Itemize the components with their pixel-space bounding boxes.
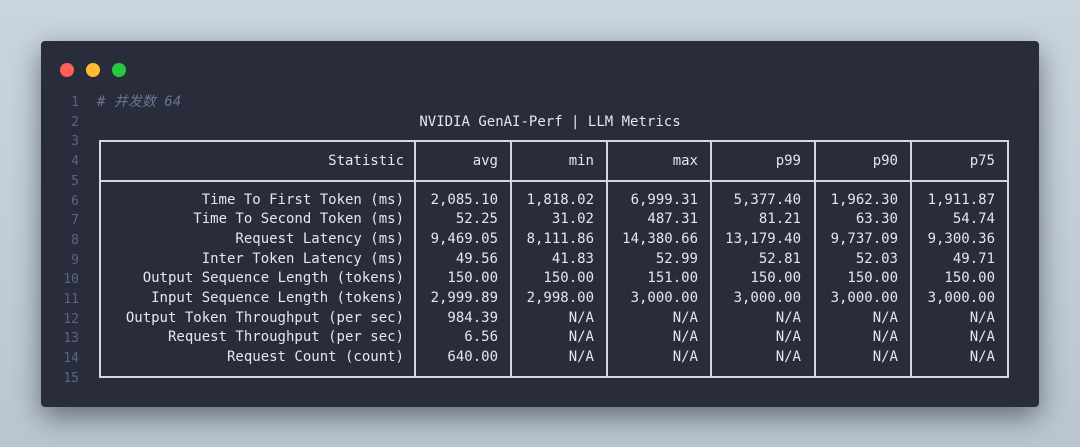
row-label: Request Count (count) [226,349,404,366]
table-cell: 2,998.00 [526,290,594,306]
column-divider [710,142,712,376]
metrics-table: Statistic avg min max p99 p90 p75 Time To First… [99,140,1009,378]
minimize-button[interactable] [86,63,100,77]
column-header: max [672,153,698,169]
table-cell: 52.25 [455,211,498,228]
comment-line: # 并发数 64 [97,94,182,110]
table-cell: 63.30 [855,211,898,228]
table-cell: 2,999.89 [430,290,498,306]
table-cell: 41.83 [551,250,594,267]
row-label: Request Throughput (per sec) [167,329,404,346]
table-cell: 3,000.00 [927,290,995,306]
table-cell: 81.21 [758,211,801,228]
column-divider [814,142,816,376]
table-cell: N/A [568,329,594,346]
column-header: p99 [775,153,801,169]
table-cell: N/A [872,349,898,366]
table-cell: 150.00 [543,270,594,287]
line-number: 5 [71,173,79,189]
table-cell: 1,911.87 [927,191,995,208]
row-label: Request Latency (ms) [235,230,404,247]
row-label: Time To Second Token (ms) [193,211,404,228]
table-cell: N/A [672,349,698,366]
table-cell: 984.39 [447,309,498,326]
table-cell: 1,962.30 [830,191,898,208]
table-cell: 3,000.00 [630,290,698,306]
table-cell: N/A [969,309,995,326]
table-cell: 52.99 [655,250,698,267]
table-cell: 49.71 [952,250,995,267]
table-cell: 8,111.86 [526,230,594,247]
table-cell: 6,999.31 [630,191,698,208]
close-button[interactable] [60,63,74,77]
table-cell: N/A [672,329,698,346]
table-cell: 2,085.10 [430,191,498,208]
line-number: 6 [71,193,79,209]
line-number: 14 [63,351,79,367]
column-divider [510,142,512,376]
table-cell: N/A [775,309,801,326]
table-cell: N/A [568,349,594,366]
terminal-window: 1 2 3 4 5 6 7 8 9 10 11 12 13 14 15 # 并发数 64 NVIDIA Ge… [41,41,1039,407]
table-cell: N/A [872,309,898,326]
line-number: 10 [63,272,79,288]
table-cell: N/A [775,349,801,366]
line-number: 11 [63,292,79,307]
table-cell: 487.31 [647,211,698,228]
line-number: 1 [71,95,79,110]
row-label: Inter Token Latency (ms) [201,250,404,267]
column-header: p90 [872,153,898,169]
table-cell: 14,380.66 [622,230,698,247]
table-cell: N/A [969,349,995,366]
table-cell: 150.00 [750,270,801,287]
table-cell: 9,469.05 [430,230,498,247]
line-number: 9 [71,252,79,268]
line-number: 4 [71,154,79,170]
table-cell: 640.00 [447,349,498,366]
column-header: avg [472,153,498,169]
column-header: Statistic [328,153,404,169]
table-cell: 1,818.02 [526,191,594,208]
table-cell: 13,179.40 [725,230,801,247]
table-cell: 6.56 [464,329,498,346]
column-divider [910,142,912,376]
table-cell: 31.02 [551,211,594,228]
table-cell: N/A [568,309,594,326]
table-cell: 49.56 [455,250,498,267]
column-header: min [568,153,594,169]
table-cell: 150.00 [944,270,995,287]
line-number: 12 [63,311,79,327]
line-number: 7 [71,213,79,229]
table-cell: N/A [969,329,995,346]
table-cell: 5,377.40 [733,191,801,208]
maximize-button[interactable] [112,63,126,77]
line-number: 8 [71,232,79,248]
column-divider [414,142,416,376]
table-cell: N/A [672,309,698,326]
column-divider [606,142,608,376]
table-cell: 54.74 [952,211,995,228]
line-number: 2 [71,114,79,130]
row-label: Output Sequence Length (tokens) [142,270,404,287]
table-cell: 52.81 [758,250,801,267]
table-cell: 9,737.09 [830,230,898,247]
table-cell: N/A [872,329,898,346]
table-cell: 151.00 [647,270,698,287]
row-label: Output Token Throughput (per sec) [125,309,404,326]
table-title: NVIDIA GenAI-Perf | LLM Metrics [419,113,681,130]
row-label: Input Sequence Length (tokens) [151,290,404,306]
line-number: 13 [63,331,79,347]
column-header: p75 [969,153,995,169]
table-cell: N/A [775,329,801,346]
line-number: 15 [63,370,79,386]
row-label: Time To First Token (ms) [201,191,404,208]
table-cell: 52.03 [855,250,898,267]
header-divider [101,180,1007,182]
table-cell: 3,000.00 [830,290,898,306]
table-cell: 3,000.00 [733,290,801,306]
line-number: 3 [71,134,79,150]
table-cell: 150.00 [447,270,498,287]
table-cell: 150.00 [847,270,898,287]
table-cell: 9,300.36 [927,230,995,247]
